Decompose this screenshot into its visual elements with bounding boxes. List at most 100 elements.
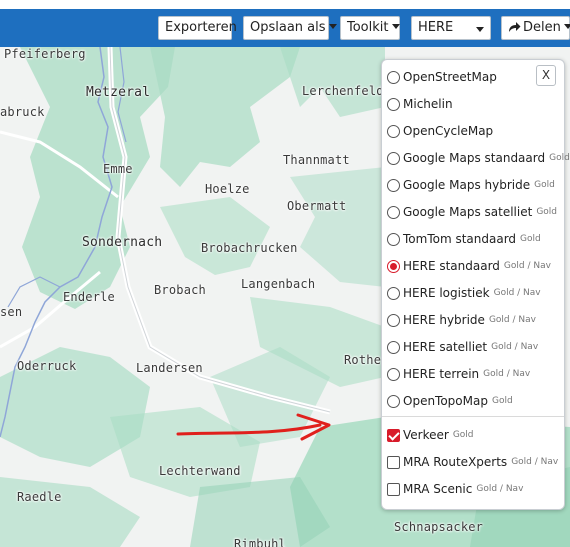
place-label: Brobach — [154, 283, 206, 297]
place-label: Raedle — [17, 490, 62, 504]
layer-option-label: HERE satelliet — [403, 340, 488, 354]
layer-option-tomtom-standard[interactable]: TomTom standaard Gold — [387, 229, 541, 249]
chevron-down-icon — [563, 24, 570, 29]
radio-button[interactable] — [387, 313, 400, 327]
place-label: Sondernach — [82, 235, 163, 250]
toolkit-label: Toolkit — [347, 20, 389, 35]
layer-option-here-satellite[interactable]: HERE satelliet Gold / Nav — [387, 337, 538, 357]
checkbox[interactable] — [387, 482, 400, 496]
layer-option-label: Google Maps standaard — [403, 151, 546, 165]
share-button[interactable]: Delen — [501, 16, 570, 40]
tier-badge: Gold / Nav — [491, 342, 539, 352]
chevron-down-icon — [476, 27, 484, 32]
place-label: Rothe — [344, 353, 382, 367]
layer-option-label: HERE standaard — [403, 259, 500, 273]
radio-button[interactable] — [387, 340, 400, 354]
place-label: Landersen — [136, 361, 203, 375]
place-label: Emme — [103, 162, 133, 176]
tier-badge: Gold / Nav — [503, 261, 551, 271]
tier-badge: Gold — [520, 234, 541, 244]
radio-button[interactable] — [387, 70, 400, 84]
radio-button[interactable] — [387, 205, 400, 219]
tier-badge: Gold / Nav — [511, 457, 559, 467]
tier-badge: Gold — [549, 153, 570, 163]
place-label: Rimbuhl — [234, 537, 286, 547]
place-label: sen — [0, 305, 23, 319]
radio-button[interactable] — [387, 394, 400, 408]
place-label: Oderruck — [17, 359, 77, 373]
place-label: Obermatt — [287, 199, 347, 213]
layer-option-google-standard[interactable]: Google Maps standaard Gold — [387, 148, 570, 168]
tier-badge: Gold / Nav — [488, 315, 536, 325]
map-provider-select[interactable]: HERE — [411, 16, 491, 40]
toolkit-dropdown[interactable]: Toolkit — [340, 16, 400, 40]
radio-button[interactable] — [387, 97, 400, 111]
radio-button[interactable] — [387, 367, 400, 381]
radio-button[interactable] — [387, 286, 400, 300]
save-as-label: Opslaan als — [250, 20, 326, 35]
place-label: Hoelze — [205, 182, 250, 196]
save-as-dropdown[interactable]: Opslaan als — [243, 16, 337, 40]
place-label: Brobachrucken — [201, 241, 298, 255]
radio-button[interactable] — [387, 232, 400, 246]
layer-option-here-logistics[interactable]: HERE logistiek Gold / Nav — [387, 283, 541, 303]
overlay-option-label: MRA Scenic — [403, 482, 473, 496]
radio-button-selected[interactable] — [387, 259, 400, 273]
chevron-down-icon — [391, 24, 400, 29]
overlay-option-mra-routexperts[interactable]: MRA RouteXperts Gold / Nav — [387, 452, 558, 472]
radio-button[interactable] — [387, 124, 400, 138]
place-label: Langenbach — [241, 277, 316, 291]
layer-option-opencyclemap[interactable]: OpenCycleMap — [387, 121, 493, 141]
layer-option-label: OpenStreetMap — [403, 70, 497, 84]
checkbox[interactable] — [387, 455, 400, 469]
layer-option-openstreetmap[interactable]: OpenStreetMap — [387, 67, 497, 87]
tier-badge: Gold / Nav — [476, 484, 524, 494]
layer-option-label: TomTom standaard — [403, 232, 517, 246]
place-label: Metzeral — [86, 85, 151, 100]
place-label: Thannmatt — [283, 153, 350, 167]
panel-divider — [382, 416, 564, 417]
layer-option-label: HERE hybride — [403, 313, 485, 327]
place-label: Enderle — [63, 290, 115, 304]
share-icon — [509, 22, 521, 32]
layer-option-label: Google Maps satelliet — [403, 205, 533, 219]
tier-badge: Gold — [491, 396, 513, 406]
layer-option-opentopomap[interactable]: OpenTopoMap Gold — [387, 391, 513, 411]
layer-option-michelin[interactable]: Michelin — [387, 94, 453, 114]
close-icon: X — [541, 68, 551, 82]
overlay-option-label: MRA RouteXperts — [403, 455, 508, 469]
tier-badge: Gold — [452, 430, 474, 440]
tier-badge: Gold / Nav — [483, 369, 531, 379]
place-label: abruck — [0, 105, 45, 119]
export-label: Exporteren — [165, 20, 237, 35]
layer-option-label: Michelin — [403, 97, 453, 111]
layer-option-label: OpenCycleMap — [403, 124, 494, 138]
map-provider-value: HERE — [418, 20, 454, 35]
checkbox-checked[interactable] — [387, 428, 400, 442]
layer-option-label: HERE logistiek — [403, 286, 490, 300]
layer-option-here-standard[interactable]: HERE standaard Gold / Nav — [387, 256, 551, 276]
place-label: Pfeiferberg — [4, 47, 86, 61]
layer-option-here-terrain[interactable]: HERE terrein Gold / Nav — [387, 364, 530, 384]
radio-button[interactable] — [387, 151, 400, 165]
tier-badge: Gold — [534, 180, 555, 190]
tier-badge: Gold / Nav — [493, 288, 541, 298]
tier-badge: Gold — [536, 207, 558, 217]
place-label: Lerchenfeld — [302, 84, 384, 98]
share-label: Delen — [523, 20, 561, 35]
layer-option-label: Google Maps hybride — [403, 178, 531, 192]
layer-option-label: HERE terrein — [403, 367, 480, 381]
layer-option-label: OpenTopoMap — [403, 394, 488, 408]
chevron-down-icon — [328, 24, 337, 29]
layer-option-here-hybrid[interactable]: HERE hybride Gold / Nav — [387, 310, 536, 330]
place-label: Lechterwand — [159, 464, 241, 478]
overlay-option-traffic[interactable]: Verkeer Gold — [387, 425, 474, 445]
place-label: Schnapsacker — [394, 520, 484, 534]
export-button[interactable]: Exporteren — [158, 16, 237, 40]
layer-option-google-hybrid[interactable]: Google Maps hybride Gold — [387, 175, 555, 195]
close-button[interactable]: X — [536, 65, 556, 86]
radio-button[interactable] — [387, 178, 400, 192]
overlay-option-mra-scenic[interactable]: MRA Scenic Gold / Nav — [387, 479, 523, 499]
layer-option-google-satellite[interactable]: Google Maps satelliet Gold — [387, 202, 557, 222]
overlay-option-label: Verkeer — [403, 428, 449, 442]
